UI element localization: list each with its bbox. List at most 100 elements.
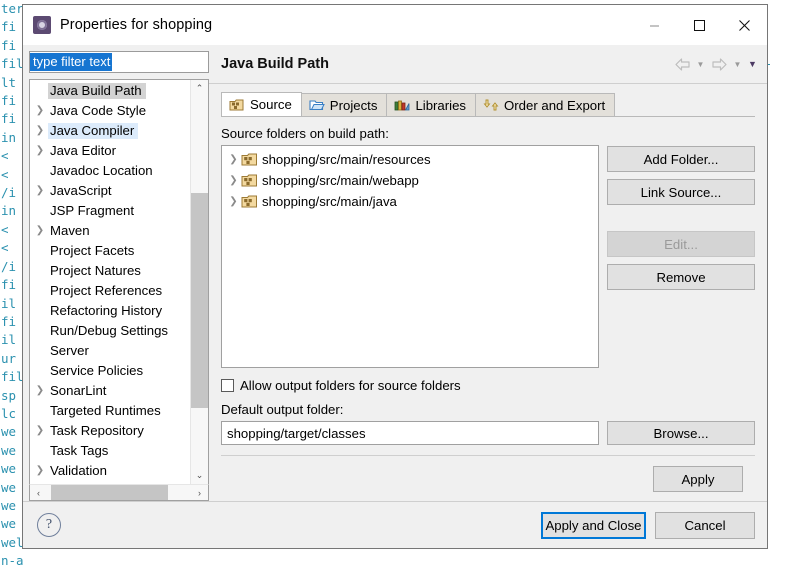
apply-button[interactable]: Apply xyxy=(653,466,743,492)
settings-tree-container: Java Build Path ❯ Java Code Style ❯ Java Com… xyxy=(29,79,209,484)
tree-item[interactable]: ❯ SonarLint xyxy=(30,381,190,401)
tree-item[interactable]: JSP Fragment xyxy=(30,201,190,221)
tree-item[interactable]: Java Build Path xyxy=(30,81,190,101)
scroll-down-icon[interactable]: ⌄ xyxy=(191,467,208,484)
allow-output-folders-checkbox[interactable] xyxy=(221,379,234,392)
tree-item[interactable]: Project References xyxy=(30,281,190,301)
chevron-right-icon[interactable]: ❯ xyxy=(226,175,241,186)
default-output-folder-input[interactable]: shopping/target/classes xyxy=(221,421,599,445)
close-icon[interactable] xyxy=(722,5,767,45)
tree-item-label: Task Repository xyxy=(50,423,144,438)
chevron-right-icon[interactable]: ❯ xyxy=(32,221,48,241)
tree-item[interactable]: Javadoc Location xyxy=(30,161,190,181)
browse-button[interactable]: Browse... xyxy=(607,421,755,445)
minimize-icon[interactable] xyxy=(632,5,677,45)
scroll-left-icon[interactable]: ‹ xyxy=(30,485,47,500)
chevron-right-icon[interactable]: ❯ xyxy=(32,181,48,201)
source-folder-label: shopping/src/main/java xyxy=(262,194,397,209)
hscroll-thumb[interactable] xyxy=(51,485,168,500)
tree-item[interactable]: Project Natures xyxy=(30,261,190,281)
tree-item-label: JavaScript xyxy=(50,183,112,198)
tree-item[interactable]: ❯ Task Repository xyxy=(30,421,190,441)
chevron-right-icon[interactable]: ❯ xyxy=(226,154,241,165)
chevron-right-icon[interactable]: ❯ xyxy=(32,381,48,401)
close-glyph xyxy=(739,19,750,31)
maximize-icon[interactable] xyxy=(677,5,722,45)
vscroll-track[interactable] xyxy=(191,97,208,467)
books-icon xyxy=(394,98,410,112)
tree-item[interactable]: Refactoring History xyxy=(30,301,190,321)
scroll-right-icon[interactable]: › xyxy=(191,485,208,500)
tab-libraries[interactable]: Libraries xyxy=(386,93,477,116)
tree-item[interactable]: Service Policies xyxy=(30,361,190,381)
tree-item-label: Project Facets xyxy=(50,243,135,258)
tree-item[interactable]: ❯ Java Editor xyxy=(30,141,190,161)
source-folder-item[interactable]: ❯ shopping/src/main/resources xyxy=(222,149,598,170)
chevron-right-icon[interactable]: ❯ xyxy=(226,196,241,207)
allow-output-folders-label: Allow output folders for source folders xyxy=(240,378,461,393)
chevron-right-icon[interactable]: ❯ xyxy=(32,461,48,481)
source-folders-row: ❯ shopping/src/main/resources ❯ shopping/sr… xyxy=(221,145,755,368)
settings-tree[interactable]: Java Build Path ❯ Java Code Style ❯ Java Com… xyxy=(30,80,190,484)
properties-icon xyxy=(33,16,51,34)
tree-item[interactable]: ❯ Validation xyxy=(30,461,190,481)
default-output-folder-label: Default output folder: xyxy=(221,402,344,417)
chevron-right-icon[interactable]: ❯ xyxy=(32,121,48,141)
apply-and-close-button[interactable]: Apply and Close xyxy=(541,511,646,539)
help-icon[interactable]: ? xyxy=(37,513,61,537)
dialog-footer: ? Apply and Close Cancel xyxy=(23,501,767,548)
tab-order-and-export[interactable]: Order and Export xyxy=(475,93,616,116)
tree-item[interactable]: ❯ Maven xyxy=(30,221,190,241)
tree-item-label: Task Tags xyxy=(50,443,109,458)
tree-item[interactable]: Targeted Runtimes xyxy=(30,401,190,421)
source-folder-item[interactable]: ❯ shopping/src/main/java xyxy=(222,191,598,212)
link-source-button[interactable]: Link Source... xyxy=(607,179,755,205)
forward-arrow-glyph xyxy=(711,57,727,71)
allow-output-folders-row[interactable]: Allow output folders for source folders xyxy=(221,378,755,393)
tree-item-label: Refactoring History xyxy=(50,303,163,318)
source-folders-label: Source folders on build path: xyxy=(221,126,389,141)
tree-item-label: Project References xyxy=(50,283,163,298)
add-folder-button[interactable]: Add Folder... xyxy=(607,146,755,172)
source-folders-list[interactable]: ❯ shopping/src/main/resources ❯ shopping/sr… xyxy=(221,145,599,368)
tree-item-label: Targeted Runtimes xyxy=(50,403,161,418)
default-output-folder-row: shopping/target/classes Browse... xyxy=(221,421,755,445)
edit-button: Edit... xyxy=(607,231,755,257)
view-menu-icon[interactable]: ▼ xyxy=(746,54,759,74)
tab-source[interactable]: Source xyxy=(221,92,302,116)
tab-label: Projects xyxy=(329,97,378,113)
tree-item[interactable]: Task Tags xyxy=(30,441,190,461)
filter-input[interactable]: type filter text xyxy=(29,51,209,73)
source-folder-item[interactable]: ❯ shopping/src/main/webapp xyxy=(222,170,598,191)
tree-item[interactable]: ❯ Java Code Style xyxy=(30,101,190,121)
chevron-right-icon[interactable]: ❯ xyxy=(32,101,48,121)
tree-item[interactable]: Project Facets xyxy=(30,241,190,261)
tree-item[interactable]: Server xyxy=(30,341,190,361)
forward-dropdown-icon[interactable]: ▼ xyxy=(731,54,744,74)
tree-item[interactable]: Run/Debug Settings xyxy=(30,321,190,341)
tree-item[interactable]: ❯ Java Compiler xyxy=(30,121,190,141)
remove-button[interactable]: Remove xyxy=(607,264,755,290)
cancel-button[interactable]: Cancel xyxy=(655,511,755,539)
tree-item-label: Validation xyxy=(50,463,107,478)
dialog-titlebar[interactable]: Properties for shopping xyxy=(23,5,767,45)
vscroll-thumb[interactable] xyxy=(191,193,208,408)
back-dropdown-icon[interactable]: ▼ xyxy=(694,54,707,74)
hscroll-track[interactable] xyxy=(47,485,191,500)
scroll-up-icon[interactable]: ⌃ xyxy=(191,80,208,97)
chevron-right-icon[interactable]: ❯ xyxy=(32,421,48,441)
tree-horizontal-scrollbar[interactable]: ‹ › xyxy=(29,484,209,501)
page-title: Java Build Path xyxy=(221,56,329,72)
forward-arrow-icon[interactable] xyxy=(709,54,729,74)
order-export-icon xyxy=(483,98,499,112)
source-folder-label: shopping/src/main/resources xyxy=(262,152,431,167)
properties-dialog: Properties for shopping type filter text… xyxy=(22,4,768,549)
chevron-right-icon[interactable]: ❯ xyxy=(32,141,48,161)
tree-item-label: Javadoc Location xyxy=(50,163,153,178)
tree-vertical-scrollbar[interactable]: ⌃ ⌄ xyxy=(190,80,208,484)
tab-projects[interactable]: Projects xyxy=(300,93,388,116)
page-content: Source Projects Libraries Order and Export … xyxy=(209,84,767,501)
back-arrow-icon[interactable] xyxy=(672,54,692,74)
package-root-icon xyxy=(241,173,262,188)
tree-item[interactable]: ❯ JavaScript xyxy=(30,181,190,201)
